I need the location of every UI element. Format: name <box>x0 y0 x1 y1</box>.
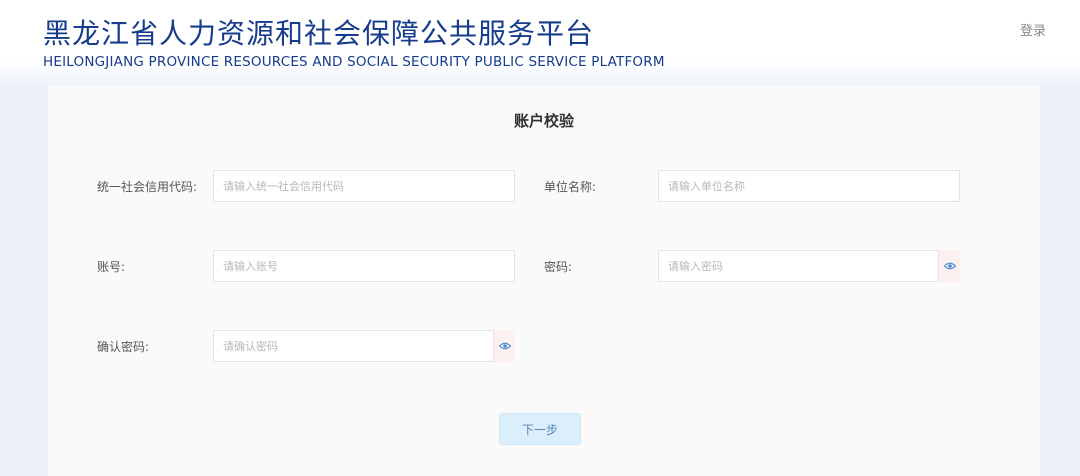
confirm-password-label: 确认密码: <box>97 340 150 354</box>
form-title: 账户校验 <box>513 112 574 130</box>
login-link[interactable]: 登录 <box>1020 20 1046 39</box>
credit-code-label: 统一社会信用代码: <box>97 180 198 194</box>
site-subtitle: HEILONGJIANG PROVINCE RESOURCES AND SOCI… <box>43 54 665 70</box>
credit-code-input[interactable] <box>213 170 515 202</box>
confirm-password-input[interactable] <box>213 330 515 362</box>
company-name-input[interactable] <box>658 170 960 202</box>
password-label: 密码: <box>544 260 573 274</box>
confirm-password-visibility-toggle[interactable] <box>493 330 515 362</box>
password-visibility-toggle[interactable] <box>938 250 960 282</box>
eye-icon <box>943 262 956 270</box>
company-name-label: 单位名称: <box>544 180 597 194</box>
site-title: 黑龙江省人力资源和社会保障公共服务平台 <box>43 17 595 50</box>
page-header: 黑龙江省人力资源和社会保障公共服务平台 HEILONGJIANG PROVINC… <box>0 0 1080 86</box>
password-input[interactable] <box>658 250 960 282</box>
eye-icon <box>498 342 511 350</box>
account-input[interactable] <box>213 250 515 282</box>
next-step-button[interactable]: 下一步 <box>499 413 581 445</box>
account-verification-form: 账户校验 统一社会信用代码: 单位名称: 账号: 密码: 确认密码: 下一步 <box>48 86 1040 476</box>
account-label: 账号: <box>97 260 126 274</box>
